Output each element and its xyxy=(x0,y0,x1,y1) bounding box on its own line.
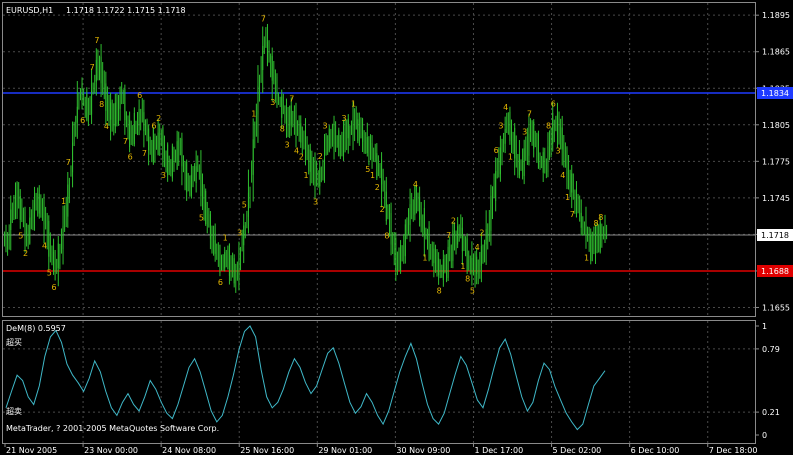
fractal-label: 4 xyxy=(503,103,508,112)
time-tick-label: 21 Nov 2005 xyxy=(6,446,57,455)
time-tick-label: 24 Nov 08:00 xyxy=(162,446,216,455)
time-tick-label: 1 Dec 17:00 xyxy=(474,446,523,455)
fractal-label: 3 xyxy=(522,128,527,137)
red-level-value: 1.1688 xyxy=(761,267,789,276)
fractal-label: 5 xyxy=(242,201,247,210)
time-tick-label: 5 Dec 02:00 xyxy=(553,446,602,455)
fractal-label: 1 xyxy=(61,197,66,206)
fractal-label: 8 xyxy=(280,125,285,134)
fractal-label: 1 xyxy=(584,254,589,263)
fractal-label: 6 xyxy=(52,283,57,292)
fractal-label: 1 xyxy=(351,100,356,109)
fractal-label: 8 xyxy=(99,100,104,109)
fractal-label: 3 xyxy=(342,114,347,123)
time-tick-label: 25 Nov 16:00 xyxy=(240,446,294,455)
fractal-label: 4 xyxy=(560,171,565,180)
fractal-label: 2 xyxy=(451,216,456,225)
copyright-text: MetaTrader, ? 2001-2005 MetaQuotes Softw… xyxy=(6,424,219,433)
fractal-label: 2 xyxy=(156,114,161,123)
oversold-label: 超卖 xyxy=(6,406,22,416)
fractal-label: 3 xyxy=(555,146,560,155)
fractal-label: 8 xyxy=(384,232,389,241)
price-tick-label: 1.1655 xyxy=(762,303,790,312)
fractal-label: 1 xyxy=(304,171,309,180)
fractal-label: 7 xyxy=(94,36,99,45)
fractal-label: 6 xyxy=(551,100,556,109)
fractal-label: 4 xyxy=(104,122,109,131)
fractal-label: 7 xyxy=(66,158,71,167)
fractal-label: 7 xyxy=(446,231,451,240)
time-tick-label: 7 Dec 18:00 xyxy=(709,446,758,455)
fractal-label: 8 xyxy=(465,274,470,283)
fractal-label: 2 xyxy=(299,153,304,162)
fractal-label: 3 xyxy=(161,171,166,180)
fractal-label: 4 xyxy=(413,180,418,189)
fractal-label: 4 xyxy=(42,241,47,250)
fractal-label: 8 xyxy=(546,121,551,130)
fractal-label: 1 xyxy=(251,109,256,118)
fractal-label: 5 xyxy=(199,213,204,222)
fractal-label: 1 xyxy=(422,254,427,263)
fractal-label: 2 xyxy=(23,249,28,258)
price-tick-label: 1.1775 xyxy=(762,157,790,166)
ohlc-readout: 1.1718 1.1722 1.1715 1.1718 xyxy=(66,6,186,15)
fractal-label: 6 xyxy=(80,116,85,125)
fractal-label: 5 xyxy=(47,268,52,277)
fractal-label: 3 xyxy=(284,140,289,149)
fractal-label: 7 xyxy=(90,63,95,72)
fractal-label: 7 xyxy=(289,95,294,104)
price-tick-label: 1.1895 xyxy=(762,11,790,20)
symbol-title: EURUSD,H1 xyxy=(6,6,53,15)
fractal-label: 1 xyxy=(508,153,513,162)
fractal-label: 6 xyxy=(494,146,499,155)
fractal-label: 7 xyxy=(261,14,266,23)
fractal-label: 1 xyxy=(460,262,465,271)
indicator-tick-label: 1 xyxy=(762,322,767,331)
current-price-value: 1.1718 xyxy=(761,231,789,240)
fractal-label: 7 xyxy=(570,210,575,219)
fractal-label: 6 xyxy=(137,91,142,100)
fractal-label: 3 xyxy=(313,198,318,207)
overbought-label: 超买 xyxy=(6,337,22,347)
chart-background xyxy=(0,0,793,455)
fractal-label: 7 xyxy=(123,137,128,146)
fractal-label: 3 xyxy=(237,229,242,238)
time-tick-label: 30 Nov 09:00 xyxy=(396,446,450,455)
indicator-tick-label: 0 xyxy=(762,431,767,440)
fractal-label: 2 xyxy=(318,152,323,161)
fractal-label: 1 xyxy=(223,233,228,242)
mt4-chart-window[interactable]: 1.18951.18651.18351.18051.17751.17451.17… xyxy=(0,0,793,455)
price-tick-label: 1.1745 xyxy=(762,194,790,203)
time-tick-label: 6 Dec 10:00 xyxy=(631,446,680,455)
fractal-label: 6 xyxy=(128,153,133,162)
time-tick-label: 23 Nov 00:00 xyxy=(84,446,138,455)
fractal-label: 3 xyxy=(270,98,275,107)
fractal-label: 1 xyxy=(565,193,570,202)
fractal-label: 2 xyxy=(380,205,385,214)
price-tick-label: 1.1805 xyxy=(762,121,790,130)
fractal-label: 3 xyxy=(498,121,503,130)
indicator-tick-label: 0.21 xyxy=(762,408,780,417)
fractal-label: 7 xyxy=(527,109,532,118)
fractal-label: 5 xyxy=(470,287,475,296)
fractal-label: 5 xyxy=(18,232,23,241)
fractal-label: 4 xyxy=(475,243,480,252)
fractal-label: 1 xyxy=(370,171,375,180)
fractal-label: 6 xyxy=(218,278,223,287)
fractal-label: 2 xyxy=(375,183,380,192)
fractal-label: 2 xyxy=(479,229,484,238)
indicator-tick-label: 0.79 xyxy=(762,345,780,354)
indicator-title: DeM(8) 0.5957 xyxy=(6,324,66,333)
price-tick-label: 1.1865 xyxy=(762,48,790,57)
fractal-label: 8 xyxy=(598,213,603,222)
fractal-label: 3 xyxy=(323,121,328,130)
fractal-label: 8 xyxy=(437,287,442,296)
fractal-label: 7 xyxy=(142,149,147,158)
time-tick-label: 29 Nov 01:00 xyxy=(318,446,372,455)
blue-level-value: 1.1834 xyxy=(761,89,789,98)
